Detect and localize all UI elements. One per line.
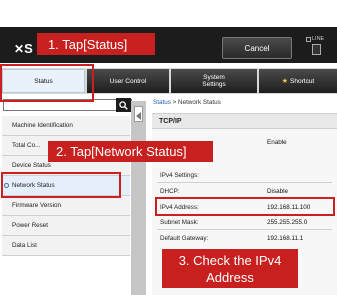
sidebar-item-data-list[interactable]: Data List [2, 236, 130, 256]
sidebar-item-label: Data List [12, 242, 37, 249]
sidebar-item-power-reset[interactable]: Power Reset [2, 216, 130, 236]
search-icon [119, 100, 128, 110]
line-label: LINE [312, 36, 325, 42]
sidebar-item-label: Power Reset [12, 222, 49, 229]
step3-callout: 3. Check the IPv4 Address [162, 249, 298, 288]
step3-text-line1: 3. Check the IPv4 [178, 253, 282, 268]
line-indicator: LINE [300, 36, 332, 58]
sidebar-scrollbar[interactable] [131, 101, 146, 295]
network-status-highlight [1, 172, 121, 198]
document-icon [312, 44, 321, 55]
step1-text: 1. Tap[Status] [48, 36, 128, 52]
collapse-arrow-icon[interactable] [136, 112, 141, 120]
dhcp-value: Disable [267, 188, 288, 195]
star-icon: ★ [281, 77, 289, 85]
breadcrumb: Status > Network Status [153, 99, 221, 106]
tab-system-settings-label: System Settings [202, 74, 226, 88]
sidebar-item-label: Firmware Version [12, 202, 61, 209]
step2-text: 2. Tap[Network Status] [56, 144, 187, 159]
divider [157, 182, 332, 183]
tab-user-control-label: User Control [109, 77, 147, 85]
breadcrumb-separator: > [172, 99, 177, 106]
cancel-button[interactable]: Cancel [222, 37, 292, 59]
ipv4-address-highlight [155, 197, 335, 216]
ipv4-settings-label: IPv4 Settings: [160, 172, 199, 179]
subnet-mask-label: Subnet Mask: [160, 219, 199, 226]
search-button[interactable] [116, 98, 131, 112]
section-title-text: TCP/IP [159, 117, 182, 125]
breadcrumb-link-status[interactable]: Status [153, 99, 171, 106]
status-tab-highlight [0, 64, 94, 102]
default-gateway-value: 192.168.11.1 [267, 235, 304, 242]
tools-icon: ✕ [14, 42, 25, 56]
subnet-mask-value: 255.255.255.0 [267, 219, 308, 226]
line-status-icon [306, 37, 311, 42]
app-logo: ✕S [14, 41, 33, 56]
breadcrumb-current: Network Status [178, 99, 221, 106]
dhcp-label: DHCP: [160, 188, 180, 195]
tab-system-settings[interactable]: System Settings [171, 69, 257, 93]
step3-text-line2: Address [206, 270, 254, 285]
step2-callout: 2. Tap[Network Status] [48, 141, 213, 162]
tab-user-control[interactable]: User Control [87, 69, 169, 93]
sidebar-item-label: Total Co... [12, 142, 41, 149]
default-gateway-label: Default Gateway: [160, 235, 209, 242]
sidebar-item-firmware-version[interactable]: Firmware Version [2, 196, 130, 216]
enable-value: Enable [267, 139, 287, 146]
divider [157, 229, 332, 230]
sidebar-item-machine-identification[interactable]: Machine Identification [2, 116, 130, 136]
step1-callout: 1. Tap[Status] [37, 33, 155, 55]
sidebar-item-label: Machine Identification [12, 122, 73, 129]
tab-shortcut-label: Shortcut [290, 77, 315, 85]
section-title: TCP/IP [152, 113, 337, 129]
tab-shortcut[interactable]: ★ Shortcut [259, 69, 337, 93]
sidebar-item-label: Device Status [12, 162, 51, 169]
